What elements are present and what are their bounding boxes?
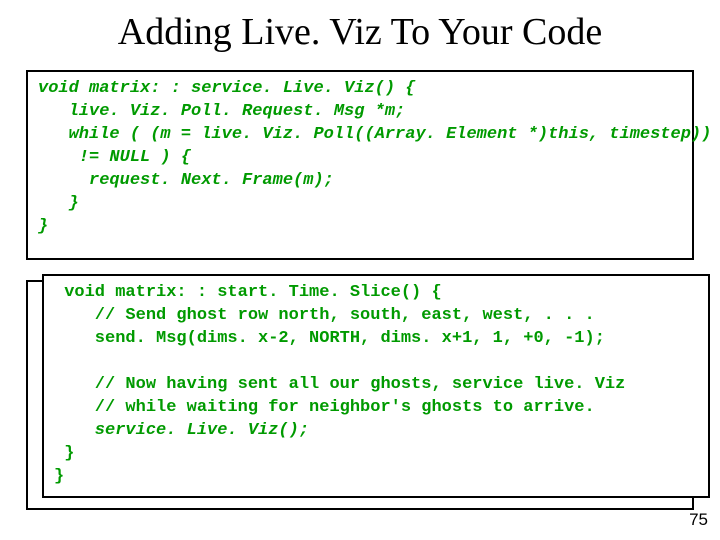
code-line: // Now having sent all our ghosts, servi… bbox=[54, 375, 625, 394]
code-block-2: void matrix: : start. Time. Slice() { //… bbox=[42, 274, 710, 498]
slide-title: Adding Live. Viz To Your Code bbox=[0, 0, 720, 58]
code-line: != NULL ) { bbox=[38, 148, 191, 167]
code-line: } bbox=[54, 467, 64, 486]
code-line: } bbox=[54, 444, 74, 463]
code-line: } bbox=[38, 194, 79, 213]
code-line: send. Msg(dims. x-2, NORTH, dims. x+1, 1… bbox=[54, 329, 605, 348]
code-line: live. Viz. Poll. Request. Msg *m; bbox=[38, 102, 405, 121]
code-line: // Send ghost row north, south, east, we… bbox=[54, 306, 595, 325]
code-block-1: void matrix: : service. Live. Viz() { li… bbox=[26, 70, 694, 260]
code-line: while ( (m = live. Viz. Poll((Array. Ele… bbox=[38, 125, 711, 144]
page-number: 75 bbox=[689, 510, 708, 530]
code-line: } bbox=[38, 217, 48, 236]
code-line: void matrix: : service. Live. Viz() { bbox=[38, 79, 415, 98]
code-line: // while waiting for neighbor's ghosts t… bbox=[54, 398, 595, 417]
code-line: void matrix: : start. Time. Slice() { bbox=[54, 283, 442, 302]
code-line: request. Next. Frame(m); bbox=[38, 171, 334, 190]
code-line: service. Live. Viz(); bbox=[54, 421, 309, 440]
